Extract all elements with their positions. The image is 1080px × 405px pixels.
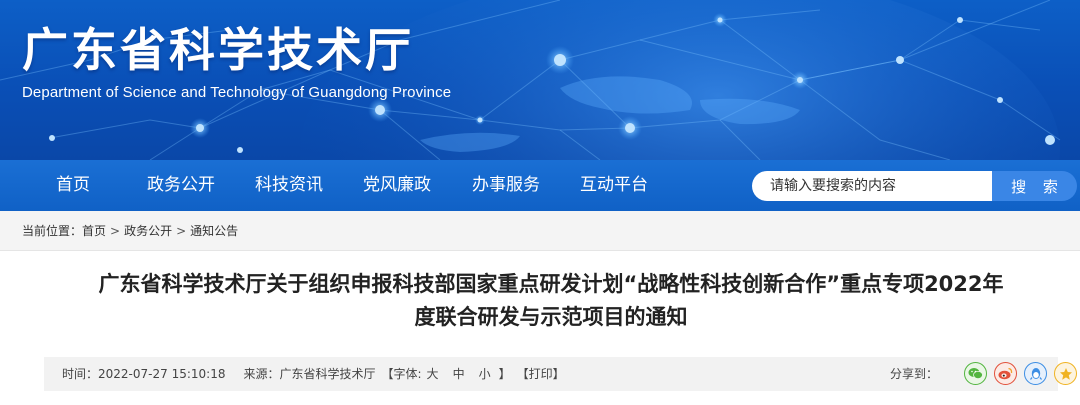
nav-item-government-affairs[interactable]: 政务公开 [147,160,215,211]
share-qzone-button[interactable] [1054,362,1077,385]
meta-spacer [439,357,453,391]
breadcrumb-prefix: 当前位置： [22,224,83,238]
weibo-icon [998,367,1013,380]
site-subtitle: Department of Science and Technology of … [22,84,452,101]
wechat-icon [968,368,983,379]
nav-item-services[interactable]: 办事服务 [472,160,540,211]
meta-spacer [491,357,499,391]
breadcrumb-separator: > [110,223,121,238]
publish-time: 2022-07-27 15:10:18 [98,367,226,381]
meta-spacer [465,357,479,391]
source-label: 来源： [243,367,280,381]
print-button[interactable]: 【打印】 [517,357,565,391]
font-size-close: 】 [498,367,511,381]
article: 广东省科学技术厅关于组织申报科技部国家重点研发计划“战略性科技创新合作”重点专项… [22,252,1080,405]
article-title-line-2: 度联合研发与示范项目的通知 [414,305,688,329]
source-value: 广东省科学技术厅 [279,367,376,381]
search-input[interactable] [752,171,992,201]
nav-item-home[interactable]: 首页 [56,160,90,211]
breadcrumb: 当前位置： 首页 > 政务公开 > 通知公告 [22,222,238,239]
article-title: 广东省科学技术厅关于组织申报科技部国家重点研发计划“战略性科技创新合作”重点专项… [40,268,1062,334]
share-wechat-button[interactable] [964,362,987,385]
breadcrumb-notices[interactable]: 通知公告 [190,222,238,239]
header-banner: 广东省科学技术厅 Department of Science and Techn… [0,0,1080,160]
site-title: 广东省科学技术厅 [22,23,414,77]
search-button[interactable]: 搜 索 [992,171,1077,201]
breadcrumb-separator: > [176,223,187,238]
breadcrumb-bar: 当前位置： 首页 > 政务公开 > 通知公告 [0,211,1080,251]
nav-item-party-integrity[interactable]: 党风廉政 [363,160,431,211]
article-title-line-1: 广东省科学技术厅关于组织申报科技部国家重点研发计划“战略性科技创新合作”重点专项… [98,272,1004,296]
time-label: 时间： [62,367,99,381]
font-size-label: 【字体: [381,367,422,381]
qq-icon [1029,367,1042,380]
breadcrumb-home[interactable]: 首页 [82,222,106,239]
font-size-large-button[interactable]: 大 [427,357,439,391]
nav-item-interaction[interactable]: 互动平台 [580,160,648,211]
share-label: 分享到： [890,367,939,381]
article-meta: 时间： 2022-07-27 15:10:18 来源： 广东省科学技术厅 【字体… [62,357,565,391]
article-meta-bar: 时间： 2022-07-27 15:10:18 来源： 广东省科学技术厅 【字体… [44,357,1077,391]
share-qq-button[interactable] [1024,362,1047,385]
share-weibo-button[interactable] [994,362,1017,385]
qzone-icon [1059,367,1072,380]
breadcrumb-government-affairs[interactable]: 政务公开 [124,222,172,239]
font-size-medium-button[interactable]: 中 [453,357,465,391]
meta-spacer [225,357,243,391]
nav-item-tech-news[interactable]: 科技资讯 [255,160,323,211]
font-size-small-button[interactable]: 小 [479,357,491,391]
